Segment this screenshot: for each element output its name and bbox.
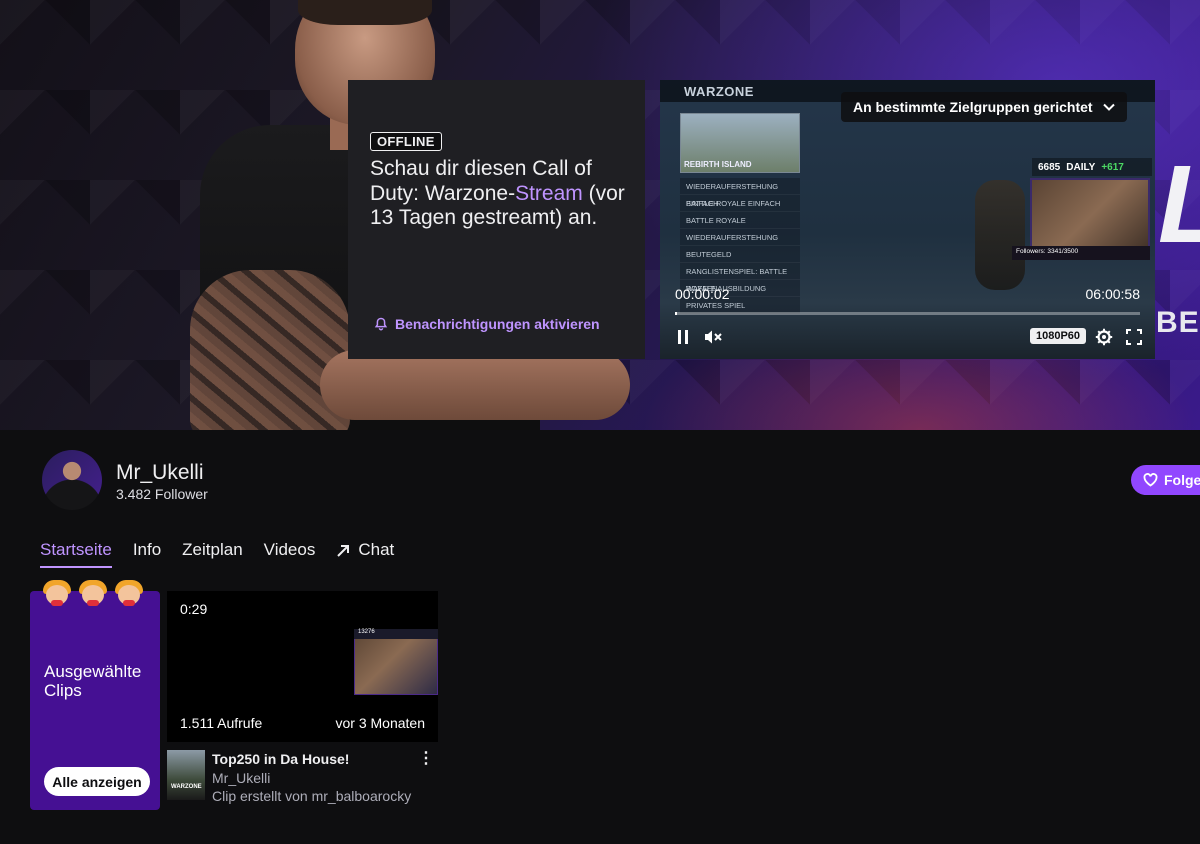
emote-row xyxy=(42,578,144,606)
video-player[interactable]: WARZONE REBIRTH ISLAND WIEDERAUFERSTEHUN… xyxy=(660,80,1155,359)
current-time: 00:00:02 xyxy=(675,286,730,302)
audience-dropdown[interactable]: An bestimmte Zielgruppen gerichtet xyxy=(841,92,1127,122)
banner-brand-letter: L xyxy=(1158,150,1200,260)
emote-icon xyxy=(42,578,72,606)
audience-dropdown-label: An bestimmte Zielgruppen gerichtet xyxy=(853,99,1093,115)
offline-card: OFFLINE Schau dir diesen Call of Duty: W… xyxy=(348,80,645,359)
offline-badge: OFFLINE xyxy=(370,132,442,151)
clip-duration: 0:29 xyxy=(180,601,208,617)
channel-page: L BE OFFLINE Schau dir diesen Call of Du… xyxy=(0,0,1200,844)
notifications-button[interactable]: Benachrichtigungen aktivieren xyxy=(374,316,600,332)
clip-creator: Clip erstellt von mr_balboarocky xyxy=(212,788,412,804)
seek-bar-fill xyxy=(675,312,677,315)
player-controls: 1080P60 xyxy=(660,321,1155,353)
tab-label: Startseite xyxy=(40,540,112,559)
follow-button[interactable]: Folgen xyxy=(1131,465,1200,495)
see-all-button[interactable]: Alle anzeigen xyxy=(44,767,150,796)
follow-label: Folgen xyxy=(1164,472,1200,488)
tab-label: Chat xyxy=(358,540,395,559)
overlay-hud: 6685 DAILY +617 xyxy=(1032,158,1152,176)
tab-zeitplan[interactable]: Zeitplan xyxy=(182,538,242,568)
game-soldier xyxy=(975,180,1025,290)
more-options-icon[interactable]: ⋮ xyxy=(418,750,434,770)
emote-icon xyxy=(114,578,144,606)
follower-count: 3.482 Follower xyxy=(116,486,208,502)
channel-tabs: Startseite Info Zeitplan Videos Chat xyxy=(40,538,415,568)
channel-name[interactable]: Mr_Ukelli xyxy=(116,461,204,485)
gear-icon[interactable] xyxy=(1095,328,1113,346)
webcam-follower-bar: Followers: 3341/3500 xyxy=(1012,246,1150,260)
pause-icon[interactable] xyxy=(676,329,690,345)
tab-label: Videos xyxy=(263,540,316,559)
clip-thumbnail[interactable]: 13276 0:29 1.511 Aufrufe vor 3 Monaten xyxy=(167,591,438,742)
tab-startseite[interactable]: Startseite xyxy=(40,538,112,568)
game-menu-item: BEUTEGELD xyxy=(680,246,800,263)
total-time: 06:00:58 xyxy=(1085,286,1141,302)
webcam-overlay xyxy=(1030,178,1150,256)
game-logo: WARZONE xyxy=(684,84,754,99)
game-cover-art[interactable] xyxy=(167,750,205,800)
featured-clips-title: Ausgewählte Clips xyxy=(44,662,142,700)
clip-channel[interactable]: Mr_Ukelli xyxy=(212,770,270,786)
tab-info[interactable]: Info xyxy=(133,538,161,568)
hud-daily: DAILY xyxy=(1066,161,1096,173)
clip-views: 1.511 Aufrufe xyxy=(180,715,263,731)
tab-videos[interactable]: Videos xyxy=(264,538,316,568)
hud-plus: +617 xyxy=(1101,161,1124,173)
muted-speaker-icon[interactable] xyxy=(703,329,723,345)
tab-label: Info xyxy=(132,540,162,559)
hud-score: 6685 xyxy=(1038,161,1061,173)
fullscreen-icon[interactable] xyxy=(1126,329,1142,345)
game-map-label: REBIRTH ISLAND xyxy=(684,160,752,169)
game-menu-item: BATTLE ROYALE EINFACH xyxy=(680,195,800,212)
clip-hud: 13276 xyxy=(354,629,438,639)
banner-brand-text: BE xyxy=(1156,306,1200,339)
heart-icon xyxy=(1143,473,1158,487)
emote-icon xyxy=(78,578,108,606)
offline-title: Schau dir diesen Call of Duty: Warzone-S… xyxy=(370,157,630,231)
stream-link[interactable]: Stream xyxy=(515,182,583,205)
channel-banner: L BE OFFLINE Schau dir diesen Call of Du… xyxy=(0,0,1200,430)
chevron-down-icon xyxy=(1102,103,1115,111)
tab-label: Zeitplan xyxy=(182,540,243,559)
bell-icon xyxy=(374,317,388,331)
tab-chat[interactable]: Chat xyxy=(336,538,394,568)
quality-badge[interactable]: 1080P60 xyxy=(1030,328,1087,344)
avatar[interactable] xyxy=(42,450,102,510)
seek-bar[interactable] xyxy=(675,312,1140,315)
game-menu-item: WIEDERAUFERSTEHUNG EINFACH xyxy=(680,178,800,208)
external-arrow-icon xyxy=(337,545,350,557)
game-menu-item: RANGLISTENSPIEL: BATTLE ROYALE xyxy=(680,263,800,293)
game-cover-text: WARZONE xyxy=(171,784,202,790)
game-menu-item: BATTLE ROYALE xyxy=(680,212,800,229)
game-menu-item: WIEDERAUFERSTEHUNG xyxy=(680,229,800,246)
clip-age: vor 3 Monaten xyxy=(335,715,426,731)
clip-title[interactable]: Top250 in Da House! xyxy=(212,751,349,767)
notifications-label: Benachrichtigungen aktivieren xyxy=(395,316,600,332)
